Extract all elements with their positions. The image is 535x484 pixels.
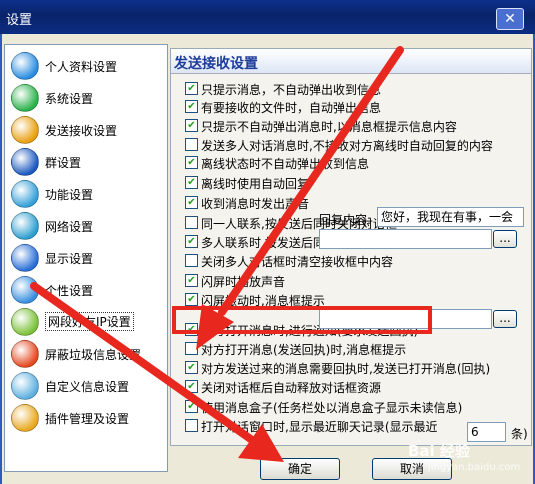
baidu-logo: Bai 经验 bbox=[408, 442, 470, 460]
arrow-to-ok bbox=[30, 282, 284, 462]
watermark-url: jingyan.baidu.com bbox=[428, 462, 521, 473]
arrow-to-highlight bbox=[196, 46, 404, 350]
annotation-arrows bbox=[30, 46, 404, 462]
